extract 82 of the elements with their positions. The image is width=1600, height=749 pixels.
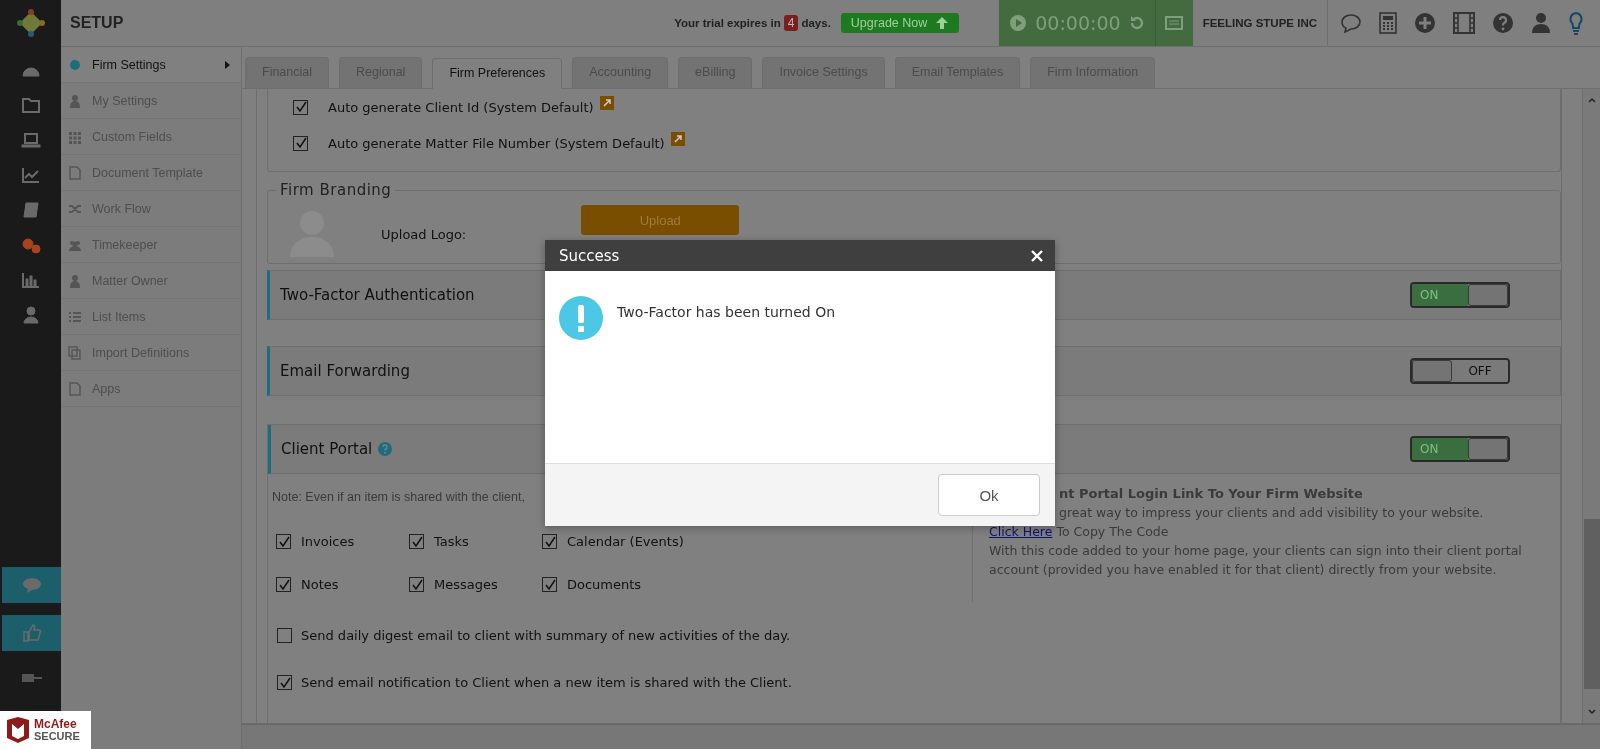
checkbox[interactable]	[542, 577, 557, 592]
page-title: SETUP	[70, 14, 124, 32]
lightbulb-icon[interactable]	[1568, 11, 1584, 35]
checkbox[interactable]	[276, 577, 291, 592]
checkbox[interactable]	[277, 628, 292, 643]
person-icon	[68, 93, 82, 108]
upload-button[interactable]: Upload	[581, 205, 740, 235]
play-icon[interactable]	[1009, 14, 1028, 32]
scrollbar-thumb[interactable]	[1583, 519, 1600, 689]
scroll-down-icon[interactable]	[1587, 709, 1596, 715]
list-icon	[1165, 16, 1184, 30]
section-title: Two-Factor Authentication	[280, 286, 475, 304]
add-icon[interactable]	[1414, 12, 1436, 34]
scroll-up-icon[interactable]	[1587, 97, 1596, 103]
click-here-link[interactable]: Click Here	[989, 524, 1053, 539]
dialog-message: Two-Factor has been turned On	[617, 304, 836, 320]
toggle-switch[interactable]: ON	[1410, 282, 1510, 308]
checkbox[interactable]	[409, 577, 424, 592]
option-label: Invoices	[301, 534, 355, 549]
checkbox[interactable]	[293, 99, 308, 115]
doc-icon	[68, 381, 82, 396]
timesheet-button[interactable]	[1155, 0, 1193, 46]
upload-label: Upload Logo:	[381, 226, 467, 242]
timer-text: 00:00:00	[1035, 12, 1121, 34]
checkbox[interactable]	[277, 675, 292, 690]
option-label: Auto generate Matter File Number (System Default)	[328, 135, 665, 151]
doc-icon	[68, 165, 82, 180]
grid-icon	[68, 129, 82, 144]
toggle-switch[interactable]: OFF	[1410, 358, 1510, 384]
tab[interactable]: Firm Preferences	[432, 58, 563, 89]
chat-icon[interactable]	[1340, 13, 1362, 33]
checkbox[interactable]	[293, 135, 308, 151]
security-badge[interactable]: McAfee SECURE	[0, 711, 91, 749]
checkbox[interactable]	[409, 534, 424, 549]
external-link-icon[interactable]	[599, 96, 614, 110]
thumbs-up-button[interactable]	[2, 615, 61, 651]
external-link-icon[interactable]	[670, 132, 685, 146]
link-box-text: great way to impress your clients and add visibility to your website.	[1059, 504, 1485, 522]
dot-icon	[68, 57, 82, 72]
section-title: Client Portal	[281, 440, 373, 458]
ok-button[interactable]: Ok	[938, 474, 1040, 516]
trial-text: days.	[801, 17, 831, 29]
copy-icon	[68, 345, 82, 360]
list-icon	[68, 309, 82, 324]
upgrade-button[interactable]: Upgrade Now	[840, 13, 960, 33]
shield-icon	[5, 716, 31, 744]
caret-icon	[225, 60, 231, 69]
checkbox[interactable]	[276, 534, 291, 549]
section-legend: Firm Branding	[276, 181, 396, 199]
calculator-icon[interactable]	[1379, 12, 1397, 34]
firm-name: FEELING STUPE INC	[1192, 0, 1328, 46]
reset-icon[interactable]	[1128, 15, 1145, 31]
checkbox[interactable]	[542, 534, 557, 549]
person-icon	[68, 273, 82, 288]
option-label: Documents	[567, 577, 642, 592]
option-label: Notes	[301, 577, 339, 592]
option-label: Auto generate Client Id (System Default)	[328, 99, 594, 115]
scrollbar[interactable]	[1582, 89, 1600, 723]
option-label: Send email notification to Client when a new item is shared with the Client.	[301, 675, 792, 690]
dialog-title: Success	[559, 246, 620, 265]
trial-text: Your trial expires in	[674, 17, 781, 29]
link-box-heading: nt Portal Login Link To Your Firm Website	[1059, 485, 1364, 503]
exclamation-icon	[559, 296, 603, 340]
option-label: Messages	[434, 577, 498, 592]
note-text: Note: Even if an item is shared with the client,	[272, 490, 526, 504]
film-icon[interactable]	[1453, 12, 1475, 34]
close-icon[interactable]	[1031, 249, 1043, 262]
link-box-text: To Copy The Code	[1056, 524, 1169, 539]
thumbs-up-icon	[22, 624, 41, 642]
trial-days-badge: 4	[783, 15, 799, 31]
section-title: Email Forwarding	[280, 362, 410, 380]
link-box-description: With this code added to your home page, your clients can sign into their client portal account (provided you have enabled it for that client) directly from your website.	[989, 542, 1523, 579]
option-label: Tasks	[434, 534, 469, 549]
user-icon[interactable]	[1531, 12, 1551, 34]
option-label: Calendar (Events)	[567, 534, 684, 549]
sidebar-item[interactable]: Firm Settings	[61, 47, 241, 83]
toggle-switch[interactable]: ON	[1410, 436, 1510, 462]
chat-icon	[21, 577, 42, 593]
option-label: Send daily digest email to client with summary of new activities of the day.	[301, 628, 791, 643]
help-icon[interactable]	[1492, 12, 1514, 34]
logo-icon	[15, 8, 46, 38]
arrow-up-icon	[935, 16, 950, 30]
